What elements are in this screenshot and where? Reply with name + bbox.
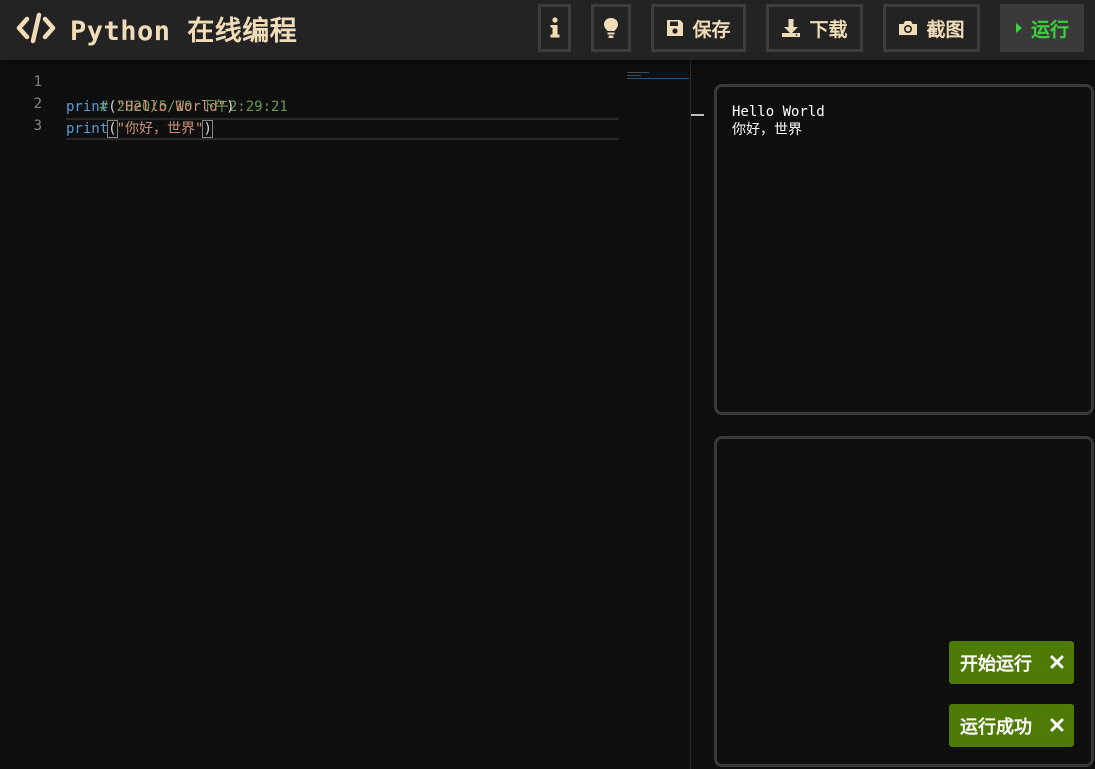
code-string: "你好，世界" (116, 121, 204, 137)
code-paren: ( (107, 120, 118, 138)
code-paren: ) (202, 120, 213, 138)
output-line: 你好，世界 (732, 122, 802, 138)
line-number: 3 (33, 118, 42, 134)
line-number: 1 (33, 74, 42, 90)
info-icon (550, 17, 560, 39)
lightbulb-icon (603, 17, 619, 39)
tips-button[interactable] (591, 4, 631, 52)
code-string: "Hello World" (116, 99, 227, 115)
minimap-line (627, 72, 649, 73)
download-button[interactable]: 下载 (766, 4, 863, 52)
scrollbar-cursor-marker (691, 114, 704, 116)
code-editor[interactable]: 1 2 3 # 2020/5/10 下午2:29:21 print("Hello… (0, 60, 690, 769)
toast-label: 运行成功 (960, 716, 1032, 738)
code-line[interactable]: print("Hello World") (66, 96, 235, 118)
output-line: Hello World (732, 104, 825, 120)
top-bar: Python 在线编程 保存 下载 截图 运行 (0, 0, 1095, 60)
run-label: 运行 (1030, 18, 1069, 41)
close-icon[interactable] (1048, 716, 1066, 734)
screenshot-label: 截图 (926, 18, 965, 41)
download-icon (781, 18, 801, 38)
play-icon (1015, 22, 1023, 34)
code-paren: ) (226, 99, 235, 115)
close-icon[interactable] (1048, 653, 1066, 671)
code-line[interactable]: print("你好，世界") (66, 118, 213, 140)
download-label: 下载 (809, 18, 848, 41)
minimap-highlight (627, 78, 689, 79)
output-panel: Hello World 你好，世界 (714, 84, 1094, 415)
toast-label: 开始运行 (960, 653, 1032, 675)
info-button[interactable] (538, 4, 571, 52)
minimap-line (627, 75, 641, 76)
save-label: 保存 (692, 18, 731, 41)
screenshot-button[interactable]: 截图 (883, 4, 980, 52)
app-logo: Python 在线编程 (16, 10, 298, 47)
line-number: 2 (33, 96, 42, 112)
save-button[interactable]: 保存 (651, 4, 746, 52)
code-icon (16, 11, 56, 45)
floppy-disk-icon (666, 19, 684, 37)
page-title: Python 在线编程 (70, 15, 298, 47)
code-function: print (66, 121, 109, 137)
code-function: print (66, 99, 109, 115)
toast-start-run[interactable]: 开始运行 (949, 641, 1074, 684)
minimap[interactable] (627, 72, 689, 82)
editor-scrollbar[interactable] (690, 60, 691, 769)
toast-run-success[interactable]: 运行成功 (949, 704, 1074, 747)
camera-icon (898, 19, 918, 37)
code-paren: ( (108, 99, 117, 115)
run-button[interactable]: 运行 (1000, 4, 1084, 52)
